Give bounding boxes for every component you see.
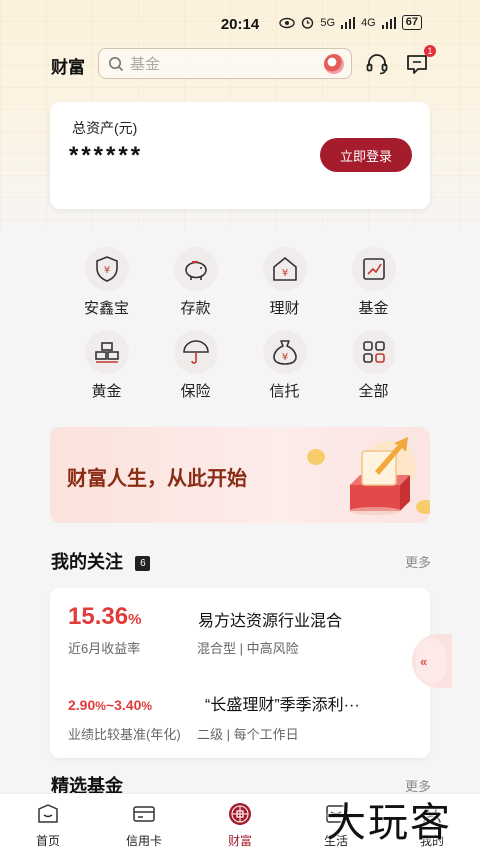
signal-bars-icon xyxy=(341,16,356,29)
piggy-bank-icon xyxy=(184,261,207,280)
rate-low-unit: % xyxy=(95,699,106,713)
gold-bars-icon xyxy=(94,342,119,363)
rate-separator: ~ xyxy=(105,697,115,713)
grid-label: 基金 xyxy=(358,300,389,317)
grid-label: 理财 xyxy=(269,300,300,317)
total-assets-label: 总资产(元) xyxy=(72,120,138,136)
promo-banner[interactable]: 财富人生，从此开始 xyxy=(50,427,430,523)
grid-icon-bg: ¥ xyxy=(262,247,307,291)
grid-item-all[interactable]: 全部 xyxy=(329,330,418,401)
grid-item-trust[interactable]: ¥ 信托 xyxy=(240,330,329,401)
grid-icon-bg xyxy=(351,247,396,291)
follow-title: 我的关注 xyxy=(51,552,123,572)
total-assets-card: 总资产(元) ****** 立即登录 xyxy=(50,102,430,209)
follow-card: 15.36% 近6月收益率 易方达资源行业混合 混合型 | 中高风险 2.90%… xyxy=(50,588,430,758)
grid-item-wealth-mgmt[interactable]: ¥ 理财 xyxy=(240,247,329,318)
status-icons: 5G 4G 67 xyxy=(279,15,422,30)
chevron-left-icon: « xyxy=(420,653,428,669)
rate-low: 2.90 xyxy=(68,697,96,713)
wealth-emblem-icon xyxy=(229,803,251,825)
follow-section-header: 我的关注 6 更多 xyxy=(51,548,431,574)
status-time: 20:14 xyxy=(220,15,260,33)
tab-label: 信用卡 xyxy=(125,834,162,848)
fund-name: 易方达资源行业混合 xyxy=(198,613,343,630)
search-placeholder: 基金 xyxy=(130,56,161,73)
tab-label: 首页 xyxy=(35,834,60,848)
battery-level: 67 xyxy=(401,15,422,30)
fund-rate: 15.36% xyxy=(68,603,141,631)
svg-text:¥: ¥ xyxy=(103,265,109,276)
voice-assistant-icon[interactable] xyxy=(324,54,344,74)
grid-all-icon xyxy=(362,341,385,363)
message-button[interactable]: 1 xyxy=(404,45,436,77)
grid-item-anxinbao[interactable]: ¥ 安鑫宝 xyxy=(62,247,151,318)
tab-wealth[interactable]: 财富 xyxy=(192,794,288,853)
grid-item-insurance[interactable]: 保险 xyxy=(151,330,240,401)
fund-rate-label: 近6月收益率 xyxy=(68,641,141,656)
grid-label: 安鑫宝 xyxy=(83,300,129,317)
svg-text:¥: ¥ xyxy=(281,268,287,279)
headset-icon[interactable] xyxy=(364,51,390,77)
grid-icon-bg xyxy=(173,330,218,374)
floating-tab-inner: « xyxy=(416,638,446,684)
header: 财富 基金 1 xyxy=(0,45,480,80)
grid-item-deposit[interactable]: 存款 xyxy=(151,247,240,318)
fund-tags: 二级 | 每个工作日 xyxy=(197,727,299,742)
grid-item-gold[interactable]: 黄金 xyxy=(62,330,151,401)
message-badge: 1 xyxy=(424,45,436,57)
rate-high: 3.40 xyxy=(114,697,142,713)
tab-label: 财富 xyxy=(227,834,252,848)
status-bar: 20:14 5G 4G 67 xyxy=(0,0,480,48)
grid-icon-bg: ¥ xyxy=(262,330,307,374)
grid-icon-bg xyxy=(351,330,396,374)
grid-label: 黄金 xyxy=(91,383,122,400)
fund-rate-value: 15.36 xyxy=(68,603,129,630)
home-icon xyxy=(38,804,58,823)
grid-label: 信托 xyxy=(269,383,300,400)
watermark-text: 大玩客 xyxy=(326,800,452,846)
grid-icon-bg xyxy=(84,330,129,374)
feature-grid: ¥ 安鑫宝 存款 ¥ 理财 基金 黄金 保险 ¥ 信托 全部 xyxy=(62,247,418,401)
house-yen-icon: ¥ xyxy=(272,257,297,281)
umbrella-icon xyxy=(182,340,209,364)
shield-yen-icon: ¥ xyxy=(95,256,118,282)
total-assets-value: ****** xyxy=(69,142,144,169)
page-title: 财富 xyxy=(51,58,85,77)
banner-text: 财富人生，从此开始 xyxy=(67,468,247,490)
follow-more-link[interactable]: 更多 xyxy=(405,552,431,571)
signal-4g: 4G xyxy=(361,16,376,29)
signal-5g: 5G xyxy=(320,16,336,29)
eye-icon xyxy=(279,17,296,28)
grid-icon-bg xyxy=(173,247,218,291)
fund-tags: 混合型 | 中高风险 xyxy=(197,641,299,656)
fund-rate-label: 业绩比较基准(年化) xyxy=(68,727,181,742)
svg-text:¥: ¥ xyxy=(281,352,287,363)
search-input[interactable]: 基金 xyxy=(98,48,352,79)
grid-item-fund[interactable]: 基金 xyxy=(329,247,418,318)
tab-credit-card[interactable]: 信用卡 xyxy=(96,794,192,853)
signal-bars-icon-2 xyxy=(381,16,396,29)
fund-rate-range: 2.90%~3.40% xyxy=(68,697,152,713)
gift-box-arrow-illustration xyxy=(307,437,430,515)
follow-count-badge: 6 xyxy=(135,556,151,571)
grid-label: 全部 xyxy=(358,383,389,400)
tab-home[interactable]: 首页 xyxy=(0,794,96,853)
login-button[interactable]: 立即登录 xyxy=(320,138,412,172)
fund-name: “长盛理财”季季添利··· xyxy=(205,697,360,714)
credit-card-icon xyxy=(133,806,155,822)
chart-trend-icon xyxy=(362,258,385,280)
fund-rate-unit: % xyxy=(128,611,142,628)
alarm-icon xyxy=(302,17,314,29)
search-icon xyxy=(109,56,124,71)
money-bag-icon: ¥ xyxy=(272,340,297,365)
grid-icon-bg: ¥ xyxy=(84,247,129,291)
rate-high-unit: % xyxy=(141,699,153,713)
grid-label: 保险 xyxy=(180,383,211,400)
grid-label: 存款 xyxy=(180,300,211,317)
